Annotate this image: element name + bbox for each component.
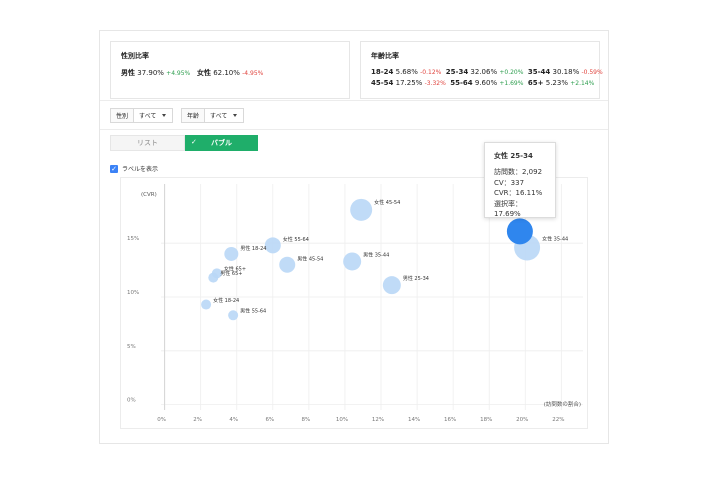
gender-ratio-card: 性別比率 男性 37.90% +4.95% 女性 62.10% -4.95%: [110, 41, 350, 99]
age-delta: -3.32%: [424, 80, 446, 87]
bubble-label: 男性 65+: [220, 270, 242, 277]
x-tick-label: 18%: [480, 417, 492, 423]
age-delta: +1.69%: [499, 80, 524, 87]
list-view-button[interactable]: リスト: [110, 135, 185, 151]
show-labels-label: ラベルを表示: [122, 166, 159, 173]
divider: [100, 129, 608, 130]
bubble-label: 女性 35-44: [542, 235, 568, 242]
y-axis-label: (CVR): [141, 192, 157, 198]
tooltip-title: 女性 25-34: [494, 152, 533, 160]
x-tick-label: 20%: [516, 417, 528, 423]
bubble-point: [201, 299, 212, 310]
age-label: 25-34: [445, 68, 469, 76]
bubble-label: 女性 18-24: [213, 297, 239, 304]
age-value: 32.06%: [470, 68, 498, 76]
bubble-view-button[interactable]: ✓ バブル: [185, 135, 258, 151]
age-value: 9.60%: [474, 79, 498, 87]
male-label: 男性: [121, 69, 135, 77]
bubble-label: 男性 25-34: [403, 275, 429, 282]
divider: [100, 100, 608, 101]
x-tick-label: 6%: [265, 417, 274, 423]
bubble-point: [228, 310, 239, 321]
x-tick-label: 14%: [408, 417, 420, 423]
tooltip-cvr: CVR：16.11%: [494, 189, 543, 197]
age-label: 55-64: [450, 79, 473, 87]
female-label: 女性: [196, 69, 211, 77]
age-delta: -0.12%: [420, 69, 442, 76]
x-tick-label: 4%: [229, 417, 238, 423]
x-tick-label: 0%: [157, 417, 166, 423]
y-tick-label: 15%: [127, 236, 139, 242]
bubble-point: [264, 237, 281, 254]
bubble-point: [506, 218, 533, 245]
age-filter-select[interactable]: すべて: [205, 111, 241, 120]
age-ratio-row-1: 18-24 5.68% -0.12% 25-34 32.06% +0.20% 3…: [371, 68, 603, 76]
age-label: 35-44: [527, 68, 551, 76]
x-tick-label: 22%: [552, 417, 564, 423]
bubble-tooltip: 女性 25-34 訪問数：2,092 CV：337 CVR：16.11% 選択率…: [484, 142, 556, 218]
bubble-label: 男性 45-54: [297, 255, 323, 262]
age-filter-value: すべて: [210, 113, 228, 120]
age-value: 5.23%: [545, 79, 568, 87]
age-value: 17.25%: [395, 79, 423, 87]
bubble-label: 女性 45-54: [374, 199, 400, 206]
age-label: 65+: [527, 79, 544, 87]
show-labels-checkbox[interactable]: ✓ ラベルを表示: [110, 164, 158, 173]
age-ratio-card: 年齢比率 18-24 5.68% -0.12% 25-34 32.06% +0.…: [360, 41, 603, 99]
report-panel: 性別比率 男性 37.90% +4.95% 女性 62.10% -4.95% 年…: [99, 30, 609, 444]
chevron-down-icon: [162, 114, 167, 117]
bubble-label: 女性 55-64: [283, 236, 309, 243]
gender-ratio-title: 性別比率: [121, 52, 149, 60]
age-value: 5.68%: [395, 68, 418, 76]
age-delta: +2.14%: [570, 80, 595, 87]
bubble-point: [350, 198, 373, 221]
check-icon: ✓: [191, 138, 197, 146]
x-tick-label: 2%: [193, 417, 202, 423]
bubble-view-label: バブル: [211, 139, 232, 147]
tooltip-share: 選択率：17.69%: [494, 199, 522, 219]
x-axis-label: (訪問数の割合): [544, 400, 581, 408]
gender-filter[interactable]: 性別 すべて: [110, 108, 173, 123]
x-tick-label: 16%: [444, 417, 456, 423]
age-value: 30.18%: [552, 68, 580, 76]
checkbox-checked-icon[interactable]: ✓: [110, 164, 118, 173]
age-ratio-row-2: 45-54 17.25% -3.32% 55-64 9.60% +1.69% 6…: [371, 79, 594, 87]
y-tick-label: 5%: [127, 344, 136, 350]
tooltip-cv: CV：337: [494, 178, 525, 187]
bubble-point: [208, 272, 219, 283]
female-value: 62.10%: [213, 69, 240, 77]
age-delta: +0.20%: [499, 69, 524, 76]
age-filter-label: 年齢: [182, 109, 206, 122]
age-filter[interactable]: 年齢 すべて: [181, 108, 244, 123]
female-delta: -4.95%: [242, 70, 264, 77]
bubble-label: 男性 55-64: [240, 308, 266, 315]
view-toggle: リスト ✓ バブル: [110, 135, 258, 151]
male-value: 37.90%: [137, 69, 164, 77]
tooltip-visits: 訪問数：2,092: [494, 168, 543, 176]
gender-filter-select[interactable]: すべて: [134, 111, 170, 120]
age-ratio-title: 年齢比率: [371, 52, 399, 60]
y-tick-label: 0%: [127, 398, 136, 404]
y-tick-label: 10%: [127, 290, 139, 296]
bubble-point: [279, 256, 296, 273]
gender-ratio-values: 男性 37.90% +4.95% 女性 62.10% -4.95%: [121, 68, 339, 78]
gender-filter-value: すべて: [139, 113, 157, 120]
age-label: 18-24: [371, 68, 394, 76]
gender-filter-label: 性別: [111, 109, 135, 122]
bubble-label: 男性 18-24: [240, 245, 266, 252]
bubble-point: [343, 252, 362, 271]
bubble-point: [382, 276, 401, 295]
age-delta: -0.59%: [581, 69, 603, 76]
age-label: 45-54: [371, 79, 394, 87]
bubble-label: 男性 35-44: [363, 252, 389, 259]
chevron-down-icon: [233, 114, 238, 117]
bubble-point: [224, 246, 239, 261]
male-delta: +4.95%: [166, 70, 191, 77]
x-tick-label: 12%: [372, 417, 384, 423]
x-tick-label: 10%: [336, 417, 348, 423]
x-tick-label: 8%: [302, 417, 311, 423]
